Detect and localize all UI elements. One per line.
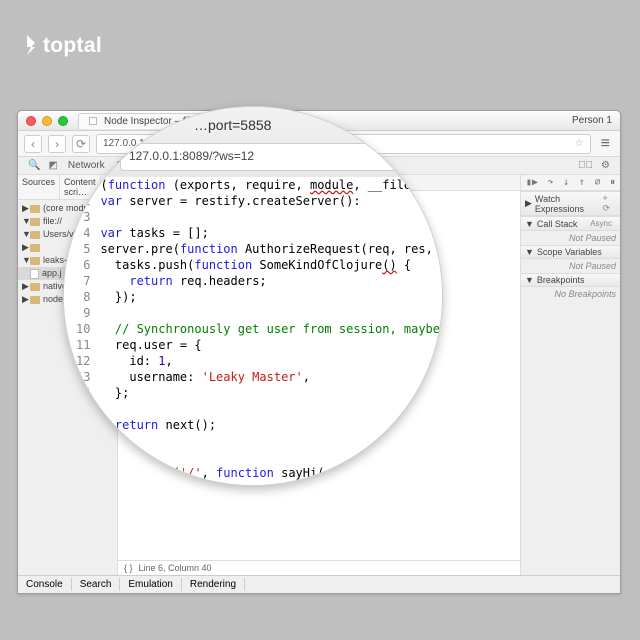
search-icon[interactable]: 🔍 — [24, 160, 44, 171]
drawer-tab-search[interactable]: Search — [72, 578, 121, 591]
settings-gear-icon[interactable]: ⚙ — [597, 160, 614, 171]
profile-label[interactable]: Person 1 — [572, 115, 612, 126]
lens-url: 127.0.0.1:8089/?ws=12 — [120, 143, 400, 171]
bookmark-icon[interactable]: ☆ — [575, 138, 584, 149]
console-drawer-tabs: Console Search Emulation Rendering — [18, 575, 620, 593]
watch-header[interactable]: Watch Expressions — [535, 194, 603, 214]
paused-state-2: Not Paused — [521, 259, 620, 273]
sidebar-head-sources[interactable]: Sources — [18, 175, 60, 199]
magnified-code: (function (exports, require, module, __f… — [96, 177, 443, 485]
element-picker-icon[interactable]: ◩ — [44, 160, 61, 171]
step-into-icon[interactable]: ↓ — [563, 177, 569, 188]
async-label[interactable]: Async — [586, 218, 616, 229]
drawer-tab-emulation[interactable]: Emulation — [120, 578, 181, 591]
hamburger-menu-icon[interactable]: ≡ — [597, 135, 614, 153]
lens-port: …port=5858 — [194, 117, 271, 133]
pause-exceptions-icon[interactable]: ⏸ — [610, 177, 615, 188]
back-button[interactable]: ‹ — [24, 135, 42, 153]
drawer-tab-console[interactable]: Console — [18, 578, 72, 591]
braces-icon[interactable]: { } — [124, 563, 133, 573]
step-out-icon[interactable]: ↑ — [579, 177, 585, 188]
paused-state-1: Not Paused — [521, 231, 620, 245]
magnifier-lens: …port=5858 127.0.0.1:8089/?ws=12 1 2 3 4… — [63, 106, 443, 486]
line-numbers: 1 2 3 4 5 6 7 8 9 10 11 12 13 14 15 16 1… — [64, 177, 96, 485]
close-window-icon[interactable] — [26, 116, 36, 126]
resume-icon[interactable]: ▮▶ — [526, 177, 538, 188]
callstack-header[interactable]: Call Stack — [537, 219, 578, 229]
no-breakpoints: No Breakpoints — [521, 287, 620, 301]
scope-header[interactable]: Scope Variables — [537, 247, 602, 257]
add-watch-icon[interactable]: + ⟳ — [603, 193, 617, 214]
breakpoints-header[interactable]: Breakpoints — [537, 275, 585, 285]
debugger-panel: ▮▶ ↷ ↓ ↑ ⌀ ⏸ ▶Watch Expressions+ ⟳ ▼Call… — [520, 175, 620, 575]
minimize-window-icon[interactable] — [42, 116, 52, 126]
drawer-tab-rendering[interactable]: Rendering — [182, 578, 245, 591]
deactivate-bp-icon[interactable]: ⌀ — [594, 177, 600, 188]
drawer-toggle-icon[interactable]: ≻⃞ — [574, 160, 597, 171]
cursor-position: Line 6, Column 40 — [139, 563, 212, 573]
toptal-logo: toptal — [22, 34, 102, 58]
step-over-icon[interactable]: ↷ — [547, 177, 553, 188]
